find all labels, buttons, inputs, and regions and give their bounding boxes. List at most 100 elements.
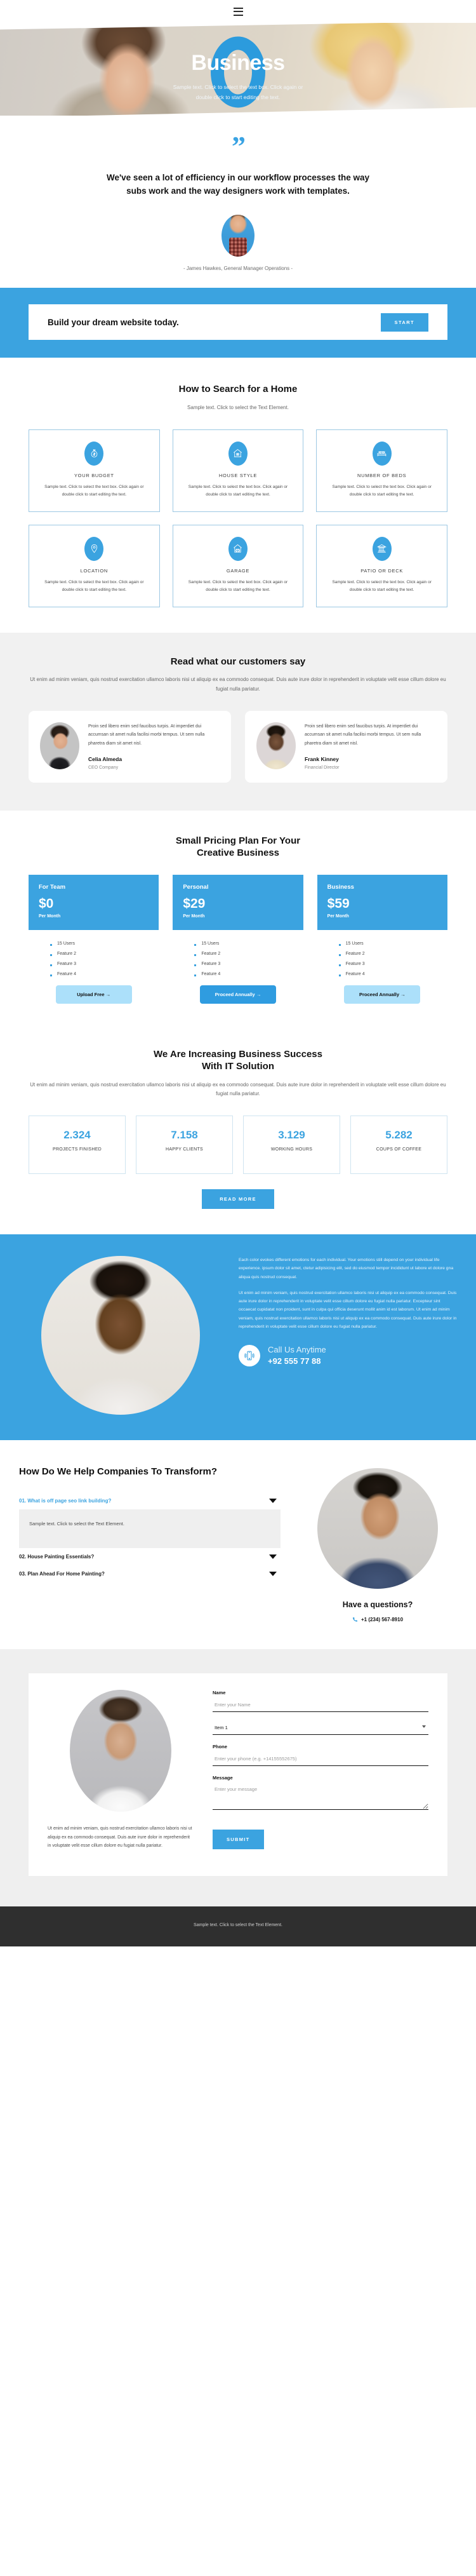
feature-card[interactable]: HOUSE STYLE Sample text. Click to select … bbox=[172, 429, 304, 512]
patio-columns-icon bbox=[372, 536, 392, 561]
faq-answer: Sample text. Click to select the Text El… bbox=[19, 1509, 281, 1549]
feature-card-title: LOCATION bbox=[80, 567, 109, 574]
stat-label: PROJECTS FINISHED bbox=[52, 1147, 102, 1152]
features-subtitle: Sample text. Click to select the Text El… bbox=[187, 404, 289, 410]
faq-portrait-photo bbox=[317, 1468, 438, 1589]
contact-section: Ut enim ad minim veniam, quis nostrud ex… bbox=[0, 1649, 476, 1907]
pricing-feature: Feature 4 bbox=[338, 972, 447, 976]
feature-card-text: Sample text. Click to select the text bo… bbox=[188, 579, 288, 592]
top-navbar bbox=[0, 0, 476, 23]
feature-card-text: Sample text. Click to select the text bo… bbox=[332, 484, 432, 497]
stat-card: 7.158 HAPPY CLIENTS bbox=[136, 1116, 233, 1175]
stat-card: 2.324 PROJECTS FINISHED bbox=[29, 1116, 126, 1175]
feature-card-text: Sample text. Click to select the text bo… bbox=[44, 579, 144, 592]
pricing-plan-period: Per Month bbox=[327, 914, 349, 919]
call-us-row[interactable]: Call Us Anytime +92 555 77 88 bbox=[239, 1345, 457, 1367]
pricing-plan-price: $0 bbox=[39, 896, 54, 911]
feature-card[interactable]: YOUR BUDGET Sample text. Click to select … bbox=[29, 429, 160, 512]
quote-text: We've seen a lot of efficiency in our wo… bbox=[106, 173, 370, 196]
map-pin-icon bbox=[84, 536, 104, 561]
pricing-card: Personal $29 Per Month 15 Users Feature 2 Fea… bbox=[173, 874, 303, 1004]
phone-field-label: Phone bbox=[213, 1744, 227, 1750]
submit-button[interactable]: SUBMIT bbox=[213, 1830, 264, 1850]
feature-card[interactable]: PATIO OR DECK Sample text. Click to selec… bbox=[316, 524, 447, 607]
feature-card[interactable]: NUMBER OF BEDS Sample text. Click to sele… bbox=[316, 429, 447, 512]
phone-input[interactable] bbox=[213, 1753, 428, 1767]
call-label: Call Us Anytime bbox=[268, 1345, 326, 1355]
stat-value: 2.324 bbox=[63, 1129, 91, 1142]
feature-card[interactable]: GARAGE Sample text. Click to select the t… bbox=[172, 524, 304, 607]
faq-question-header[interactable]: 01. What is off page seo link building? bbox=[19, 1492, 281, 1509]
hamburger-menu-icon[interactable] bbox=[233, 7, 243, 16]
features-title: How to Search for a Home bbox=[178, 384, 298, 395]
pricing-plan-price: $29 bbox=[183, 896, 206, 911]
message-field-label: Message bbox=[213, 1775, 233, 1781]
faq-question: 02. House Painting Essentials? bbox=[19, 1554, 95, 1560]
pricing-plan-name: For Team bbox=[39, 883, 66, 891]
stats-grid: 2.324 PROJECTS FINISHED 7.158 HAPPY CLIENTS… bbox=[29, 1116, 447, 1175]
stat-card: 5.282 COUPS OF COFFEE bbox=[350, 1116, 447, 1175]
contact-blurb: Ut enim ad minim veniam, quis nostrud ex… bbox=[48, 1826, 192, 1849]
pricing-cta-button[interactable]: Proceed Annually → bbox=[199, 985, 276, 1004]
faq-ask-title: Have a questions? bbox=[342, 1600, 413, 1610]
testimonial-text: Proin sed libero enim sed faucibus turpi… bbox=[88, 724, 205, 746]
contact-portrait-photo bbox=[70, 1690, 171, 1812]
chevron-down-icon[interactable] bbox=[269, 1554, 277, 1560]
faq-item: 03. Plan Ahead For Home Painting? bbox=[19, 1565, 281, 1582]
feature-card[interactable]: LOCATION Sample text. Click to select the… bbox=[29, 524, 160, 607]
testimonial-card: Proin sed libero enim sed faucibus turpi… bbox=[29, 710, 231, 783]
features-section: How to Search for a Home Sample text. Cl… bbox=[0, 358, 476, 632]
stat-value: 3.129 bbox=[278, 1129, 305, 1142]
chevron-down-icon[interactable] bbox=[269, 1572, 277, 1577]
testimonial-grid: Proin sed libero enim sed faucibus turpi… bbox=[29, 710, 447, 783]
pricing-feature: Feature 3 bbox=[50, 962, 159, 966]
testimonials-subtitle: Ut enim ad minim veniam, quis nostrud ex… bbox=[30, 677, 446, 692]
cta-text: Build your dream website today. bbox=[48, 317, 179, 327]
faq-item: 01. What is off page seo link building? S… bbox=[19, 1492, 281, 1549]
faq-title: How Do We Help Companies To Transform? bbox=[19, 1466, 217, 1478]
chevron-down-icon[interactable] bbox=[269, 1499, 277, 1504]
faq-question-header[interactable]: 03. Plan Ahead For Home Painting? bbox=[19, 1565, 281, 1582]
pricing-card: Business $59 Per Month 15 Users Feature 2 Fea… bbox=[317, 874, 447, 1004]
pricing-feature: Feature 2 bbox=[50, 952, 159, 956]
pricing-title: Small Pricing Plan For Your Creative Bus… bbox=[175, 835, 301, 859]
testimonial-avatar bbox=[40, 722, 79, 769]
pricing-card-header: For Team $0 Per Month bbox=[29, 874, 159, 930]
mobile-phone-ringing-icon bbox=[239, 1345, 260, 1367]
footer: Sample text. Click to select the Text El… bbox=[0, 1906, 476, 1947]
feature-card-text: Sample text. Click to select the text bo… bbox=[44, 484, 144, 497]
pricing-cta-button[interactable]: Proceed Annually → bbox=[344, 985, 421, 1004]
pricing-plan-price: $59 bbox=[327, 896, 350, 911]
quote-mark-icon: ” bbox=[232, 131, 246, 162]
pricing-feature: Feature 2 bbox=[194, 952, 303, 956]
pricing-card: For Team $0 Per Month 15 Users Feature 2 Feat… bbox=[29, 874, 159, 1004]
pricing-feature: 15 Users bbox=[50, 941, 159, 946]
pricing-grid: For Team $0 Per Month 15 Users Feature 2 Feat… bbox=[29, 874, 447, 1004]
read-more-button[interactable]: READ MORE bbox=[202, 1189, 274, 1210]
faq-question-header[interactable]: 02. House Painting Essentials? bbox=[19, 1548, 281, 1565]
pricing-feature: Feature 3 bbox=[194, 962, 303, 966]
pricing-cta-button[interactable]: Upload Free → bbox=[55, 985, 132, 1004]
about-paragraph-1: Each color evokes different emotions for… bbox=[239, 1258, 454, 1279]
pricing-feature: Feature 4 bbox=[194, 972, 303, 976]
feature-card-grid: YOUR BUDGET Sample text. Click to select … bbox=[29, 429, 447, 607]
feature-card-text: Sample text. Click to select the text bo… bbox=[188, 484, 288, 497]
quote-author: - James Hawkes, General Manager Operatio… bbox=[183, 266, 293, 272]
quote-section: ” We've seen a lot of efficiency in our … bbox=[0, 116, 476, 288]
faq-phone-row[interactable]: +1 (234) 567-8910 bbox=[298, 1617, 457, 1622]
testimonial-text: Proin sed libero enim sed faucibus turpi… bbox=[305, 724, 421, 746]
contact-form: Name Item 1 Phone Message bbox=[213, 1690, 428, 1850]
item-select[interactable]: Item 1 bbox=[213, 1722, 428, 1736]
stat-card: 3.129 WORKING HOURS bbox=[243, 1116, 340, 1175]
start-button[interactable]: START bbox=[380, 313, 428, 332]
about-portrait-photo bbox=[41, 1256, 200, 1415]
pricing-feature: Feature 4 bbox=[50, 972, 159, 976]
hero-banner: Business Sample text. Click to select th… bbox=[0, 23, 476, 116]
name-input[interactable] bbox=[213, 1699, 428, 1713]
call-number[interactable]: +92 555 77 88 bbox=[268, 1356, 326, 1366]
testimonial-role: Financial Director bbox=[305, 765, 340, 770]
testimonials-title: Read what our customers say bbox=[170, 656, 306, 667]
message-textarea[interactable] bbox=[213, 1783, 428, 1811]
pricing-feature: Feature 3 bbox=[338, 962, 447, 966]
pricing-feature-list: 15 Users Feature 2 Feature 3 Feature 4 bbox=[29, 941, 159, 976]
